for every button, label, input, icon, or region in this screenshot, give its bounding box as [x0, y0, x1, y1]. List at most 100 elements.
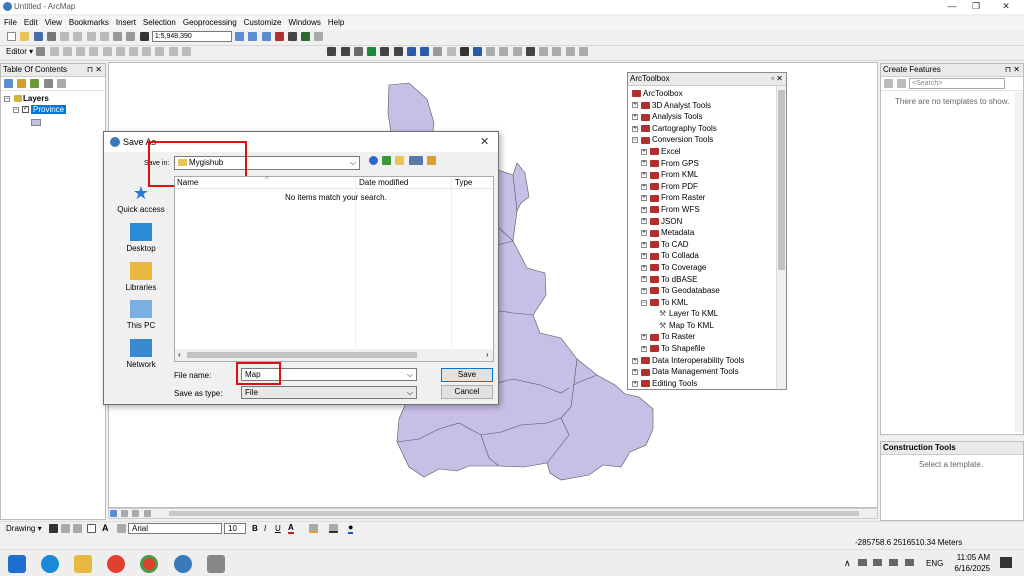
chrome-profile-icon[interactable]: [140, 555, 158, 573]
layers-collapse-toggle[interactable]: −: [4, 95, 10, 102]
save-button[interactable]: Save: [441, 368, 493, 382]
expand-toggle-icon[interactable]: +: [641, 264, 647, 271]
edge-icon[interactable]: [41, 555, 59, 573]
place-desktop[interactable]: Desktop: [107, 223, 175, 253]
maximize-button[interactable]: ❐: [964, 1, 988, 12]
data-view-icon[interactable]: [110, 510, 117, 518]
layers-node[interactable]: − Layers: [4, 94, 49, 103]
underline-button[interactable]: U: [275, 524, 281, 533]
viewer-window-icon[interactable]: [578, 47, 588, 57]
cancel-button[interactable]: Cancel: [441, 385, 493, 399]
map-scale-input[interactable]: 1:5,948,390: [151, 31, 232, 42]
file-list-horizontal-scrollbar[interactable]: ‹ ›: [175, 349, 493, 361]
toolbox-item[interactable]: + Analysis Tools: [632, 111, 786, 123]
edit-tool-icon[interactable]: [36, 47, 46, 57]
full-extent-icon[interactable]: [367, 47, 377, 57]
arctoolbox-close-icon[interactable]: ▫ ✕: [771, 73, 783, 85]
toolbox-item[interactable]: − Conversion Tools: [632, 134, 786, 146]
catalog-icon[interactable]: [261, 32, 271, 41]
arctoolbox-icon[interactable]: [274, 32, 284, 41]
vertices-icon[interactable]: [89, 47, 99, 57]
wifi-icon[interactable]: [858, 559, 867, 566]
arcmap-taskbar-icon[interactable]: [174, 555, 192, 573]
language-indicator[interactable]: ENG: [926, 559, 943, 568]
expand-toggle-icon[interactable]: +: [641, 230, 647, 237]
expand-toggle-icon[interactable]: +: [641, 195, 647, 202]
sketch-properties-icon[interactable]: [168, 47, 178, 57]
arctoolbox-scrollbar[interactable]: [776, 86, 786, 389]
layout-view-icon[interactable]: [121, 510, 129, 518]
expand-toggle-icon[interactable]: +: [632, 114, 638, 121]
rectangle-tool-icon[interactable]: [87, 524, 96, 533]
expand-toggle-icon[interactable]: +: [641, 287, 647, 294]
column-name[interactable]: Name: [177, 178, 198, 187]
menu-bookmarks[interactable]: Bookmarks: [65, 16, 112, 27]
editor-toolbar-icon[interactable]: [235, 32, 245, 41]
select-elements-icon[interactable]: [49, 524, 58, 533]
font-size-dropdown[interactable]: 10: [224, 523, 246, 534]
zoom-to-selected-icon[interactable]: [73, 524, 82, 533]
find-icon[interactable]: [525, 47, 535, 57]
hyperlink-icon[interactable]: [486, 47, 496, 57]
toc-icon[interactable]: [248, 32, 258, 41]
toolbox-item[interactable]: − To KML: [632, 297, 786, 309]
menu-windows[interactable]: Windows: [284, 16, 323, 27]
expand-toggle-icon[interactable]: +: [641, 183, 647, 190]
expand-toggle-icon[interactable]: +: [641, 206, 647, 213]
list-by-drawing-order-icon[interactable]: [4, 79, 13, 89]
expand-toggle-icon[interactable]: +: [632, 369, 638, 376]
bold-button[interactable]: B: [252, 524, 258, 533]
create-features-icon[interactable]: [181, 47, 191, 57]
editor-menu[interactable]: Editor ▾: [6, 47, 33, 56]
filter-templates-icon[interactable]: [897, 79, 907, 89]
toolbox-item[interactable]: + To CAD: [632, 239, 786, 251]
go-to-xy-icon[interactable]: [552, 47, 562, 57]
paste-icon[interactable]: [86, 32, 96, 41]
list-by-source-icon[interactable]: [17, 79, 27, 89]
menu-geoprocessing[interactable]: Geoprocessing: [179, 16, 240, 27]
pause-drawing-icon[interactable]: [143, 510, 151, 518]
toolbox-item[interactable]: + Data Interoperability Tools: [632, 355, 786, 367]
attributes-icon[interactable]: [155, 47, 165, 57]
chevron-down-icon[interactable]: ⌵: [407, 369, 413, 380]
clock-time[interactable]: 11:05 AM: [950, 553, 990, 562]
cut-polygon-icon[interactable]: [115, 47, 125, 57]
font-color-icon[interactable]: A: [288, 523, 294, 534]
toc-options-icon[interactable]: [56, 79, 66, 89]
print-icon[interactable]: [46, 32, 56, 41]
expand-toggle-icon[interactable]: +: [632, 125, 638, 132]
rotate-element-icon[interactable]: [61, 524, 70, 533]
battery-icon[interactable]: [873, 559, 882, 566]
scroll-thumb[interactable]: [187, 352, 417, 358]
expand-toggle-icon[interactable]: +: [641, 253, 647, 260]
delete-icon[interactable]: [99, 32, 109, 41]
chevron-up-icon[interactable]: ∧: [844, 558, 851, 569]
arctoolbox-scroll-thumb[interactable]: [778, 90, 785, 270]
back-icon[interactable]: [369, 156, 378, 166]
save-as-type-dropdown[interactable]: File ⌵: [241, 386, 417, 399]
map-horizontal-scrollbar[interactable]: [169, 511, 859, 516]
fill-color-icon[interactable]: [309, 524, 318, 533]
expand-toggle-icon[interactable]: +: [641, 218, 647, 225]
menu-view[interactable]: View: [41, 16, 65, 27]
text-tool-icon[interactable]: A: [102, 523, 109, 533]
list-by-selection-icon[interactable]: [43, 79, 53, 89]
place-network[interactable]: Network: [107, 339, 175, 369]
refresh-icon[interactable]: [132, 510, 140, 518]
measure-icon[interactable]: [512, 47, 522, 57]
place-this-pc[interactable]: This PC: [107, 300, 175, 330]
menu-edit[interactable]: Edit: [20, 16, 41, 27]
list-by-visibility-icon[interactable]: [30, 79, 40, 89]
zoom-in-icon[interactable]: [327, 47, 337, 57]
toolbox-item[interactable]: + From GPS: [632, 158, 786, 170]
toolbox-item[interactable]: + JSON: [632, 216, 786, 228]
expand-toggle-icon[interactable]: −: [632, 137, 638, 144]
expand-toggle-icon[interactable]: +: [641, 172, 647, 179]
province-symbol-swatch[interactable]: [31, 119, 41, 126]
fixed-zoom-out-icon[interactable]: [393, 47, 403, 57]
redo-icon[interactable]: [126, 32, 136, 41]
scroll-left-icon[interactable]: ‹: [178, 350, 181, 359]
find-route-icon[interactable]: [539, 47, 549, 57]
select-features-icon[interactable]: [433, 47, 443, 57]
dialog-close-button[interactable]: ✕: [480, 135, 489, 148]
